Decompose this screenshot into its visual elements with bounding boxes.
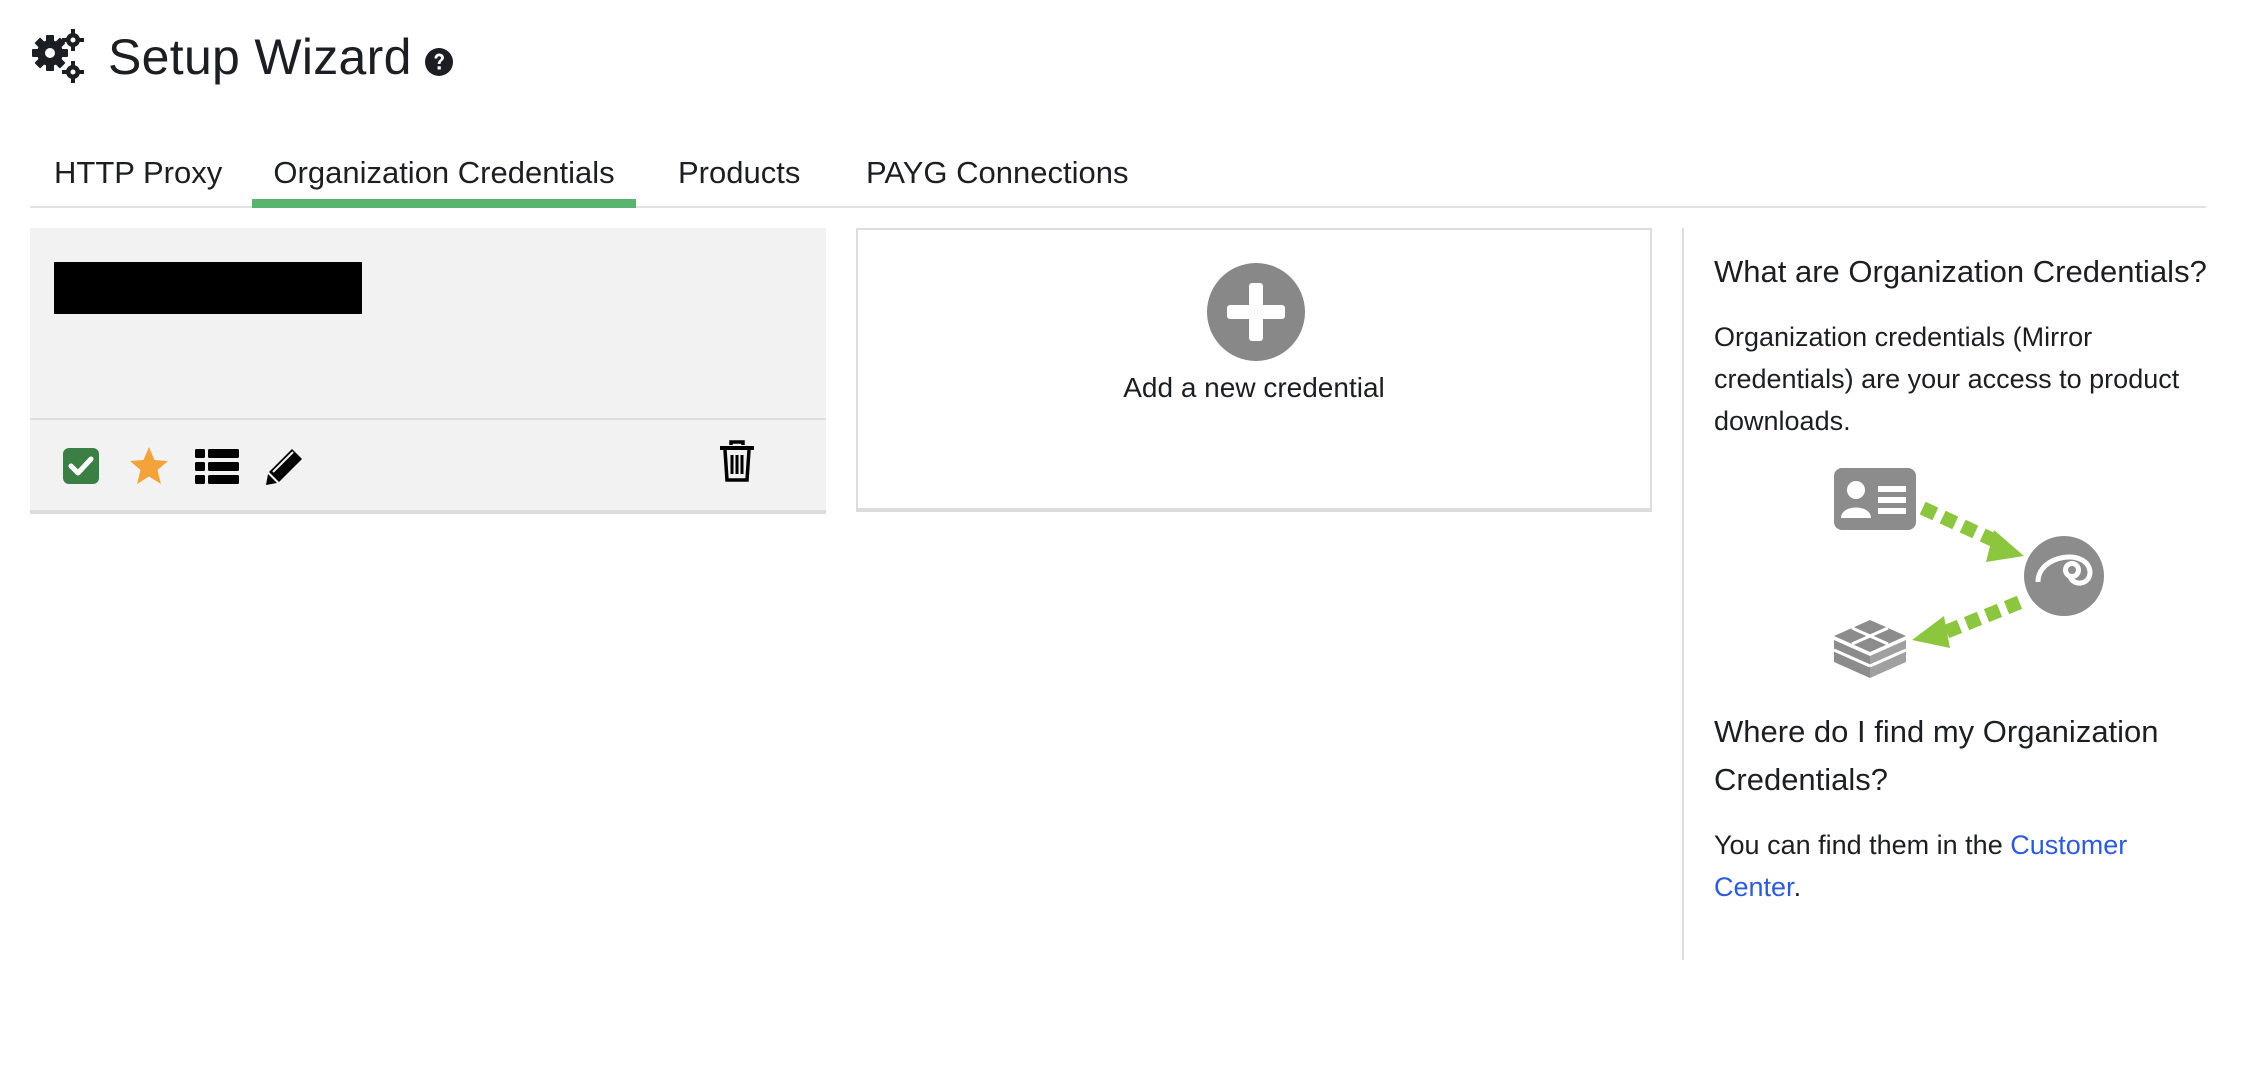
set-default-star-button[interactable] xyxy=(126,443,172,489)
tab-payg-connections[interactable]: PAYG Connections xyxy=(866,140,1129,206)
id-card-icon xyxy=(1834,468,1916,530)
info-text-where: You can find them in the Customer Center… xyxy=(1714,824,2214,908)
tab-organization-credentials[interactable]: Organization Credentials xyxy=(252,140,636,208)
credential-actions xyxy=(58,438,330,494)
delete-credential-button[interactable] xyxy=(714,438,760,484)
add-credential-card[interactable]: Add a new credential xyxy=(856,228,1652,512)
info-text-where-suffix: . xyxy=(1793,872,1802,902)
info-heading-where: Where do I find my Organization Credenti… xyxy=(1714,714,2159,797)
page-title: Setup Wizard xyxy=(108,29,412,85)
list-products-button[interactable] xyxy=(194,443,240,489)
tab-http-proxy[interactable]: HTTP Proxy xyxy=(54,140,222,206)
check-square-icon xyxy=(63,448,99,484)
primary-check-button[interactable] xyxy=(58,443,104,489)
chameleon-logo-icon xyxy=(2024,536,2104,616)
add-credential-label: Add a new credential xyxy=(1123,372,1385,403)
tab-products[interactable]: Products xyxy=(678,140,800,206)
star-icon xyxy=(130,447,168,484)
credential-card: [redacted] xyxy=(30,228,826,514)
info-text-what: Organization credentials (Mirror credent… xyxy=(1714,322,2180,436)
list-icon xyxy=(195,449,239,484)
info-panel: What are Organization Credentials? Organ… xyxy=(1682,228,2214,960)
trash-icon xyxy=(720,440,754,482)
credential-name-redacted: [redacted] xyxy=(54,262,362,314)
plus-circle-icon xyxy=(1207,263,1305,361)
page-header: Setup Wizard xyxy=(30,22,454,92)
card-divider xyxy=(30,418,826,420)
boxes-icon xyxy=(1833,620,1907,678)
gears-icon xyxy=(32,29,84,83)
credentials-flow-illustration xyxy=(1833,468,2104,678)
info-text-where-prefix: You can find them in the xyxy=(1714,830,2011,860)
edit-credential-button[interactable] xyxy=(262,443,308,489)
info-heading-what: What are Organization Credentials? xyxy=(1714,254,2207,289)
wizard-tabs: HTTP Proxy Organization Credentials Prod… xyxy=(30,140,2206,208)
pencil-icon xyxy=(266,449,302,485)
question-circle-icon[interactable] xyxy=(424,47,454,77)
